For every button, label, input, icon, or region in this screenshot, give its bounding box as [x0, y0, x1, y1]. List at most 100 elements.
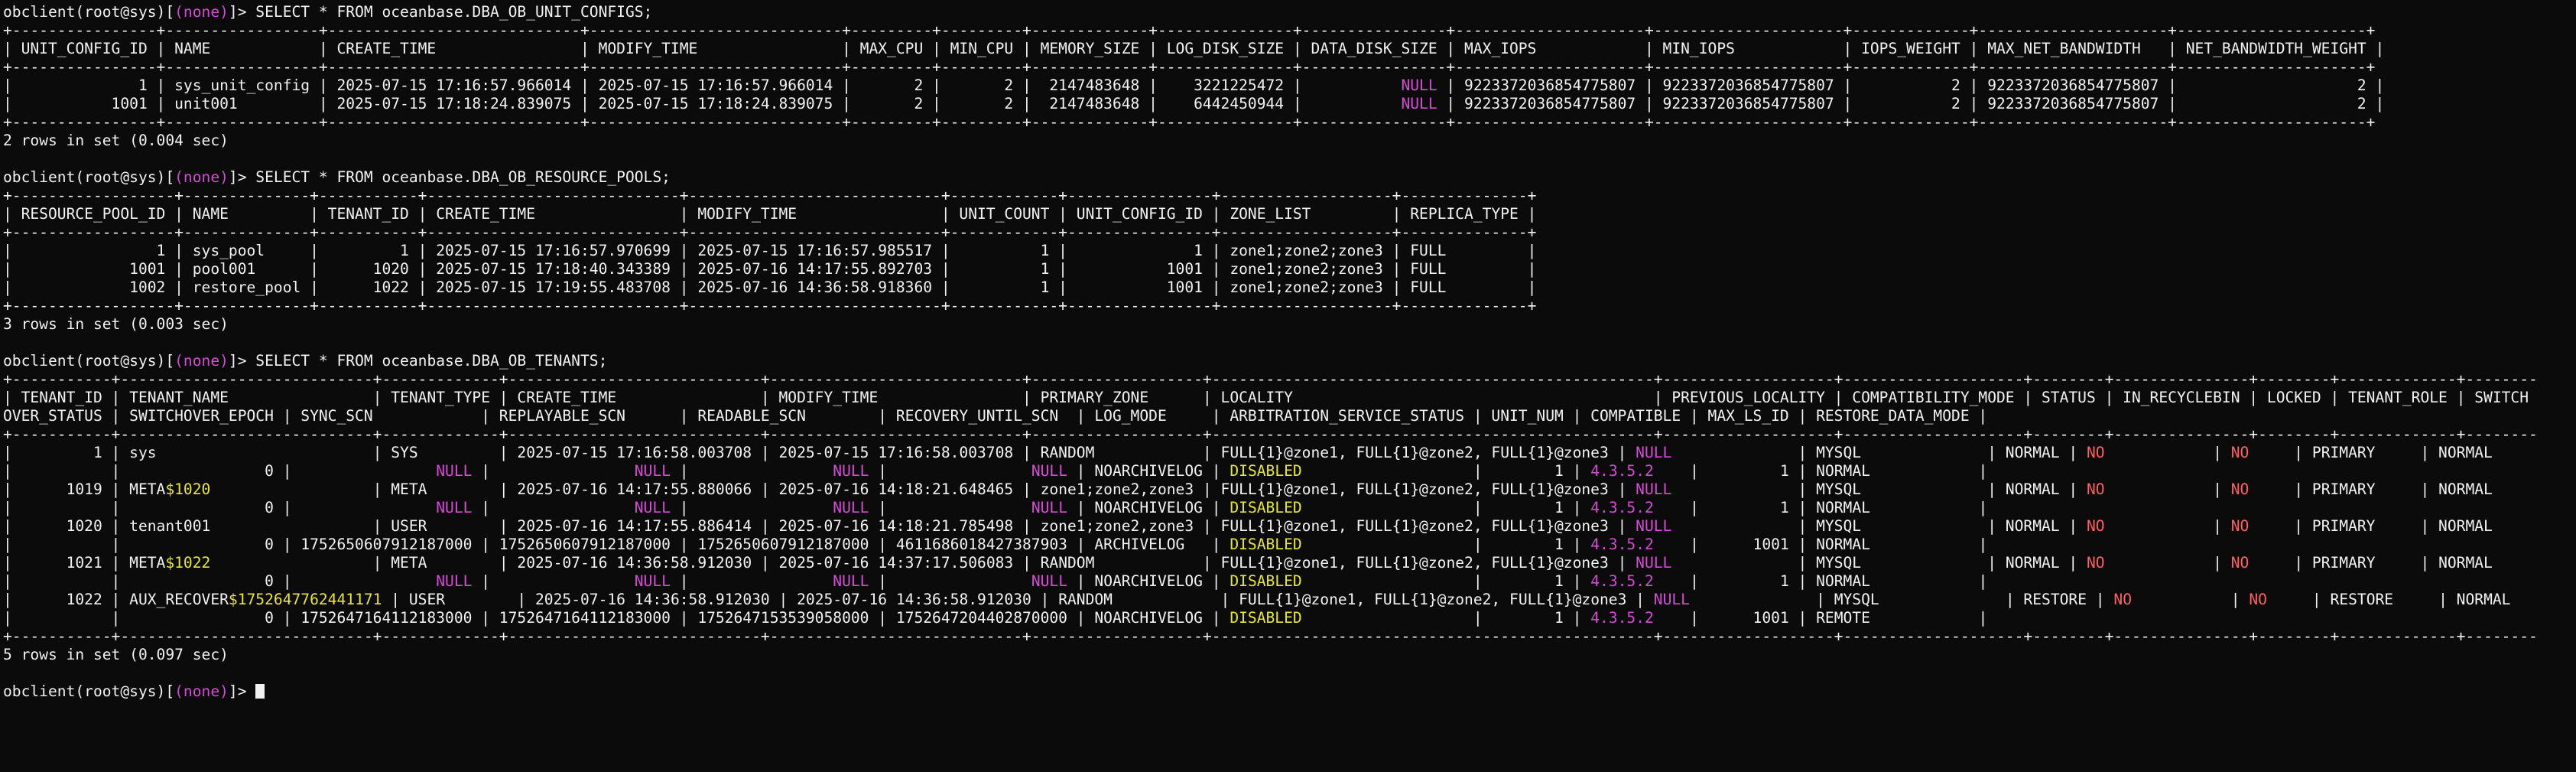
terminal-text: +------------------+--------------+-----…: [3, 187, 1537, 204]
highlight-magenta-text: NULL: [833, 499, 869, 516]
terminal-text: | | 0 | 1752650607912187000 | 1752650607…: [3, 536, 1230, 553]
terminal-text: obclient(root@sys)[: [3, 352, 175, 370]
terminal-line: +----------------+-----------------+----…: [3, 21, 2576, 40]
terminal-line: | 1002 | restore_pool | 1022 | 2025-07-1…: [3, 279, 2576, 297]
terminal-line: | 1019 | META$1020 | META | 2025-07-16 1…: [3, 480, 2576, 499]
terminal-text: | MYSQL | NORMAL |: [1671, 517, 2087, 535]
highlight-magenta-text: NULL: [1401, 77, 1437, 94]
terminal-line: | 1 | sys_unit_config | 2025-07-15 17:16…: [3, 77, 2576, 95]
terminal-text: | 1 | sys_pool | 1 | 2025-07-15 17:16:57…: [3, 242, 1537, 259]
highlight-magenta-text: 4.3.5.2: [1590, 572, 1654, 590]
terminal-text: | 1 | NORMAL |: [1653, 572, 1988, 590]
highlight-magenta-text: NULL: [436, 499, 473, 516]
highlight-magenta-text: 4.3.5.2: [1590, 536, 1654, 553]
highlight-magenta-text: NULL: [436, 572, 473, 590]
terminal-line: | RESOURCE_POOL_ID | NAME | TENANT_ID | …: [3, 205, 2576, 223]
terminal-window[interactable]: obclient(root@sys)[(none)]> SELECT * FRO…: [0, 0, 2576, 772]
highlight-magenta-text: 4.3.5.2: [1590, 462, 1654, 480]
terminal-text: | 1001 | NORMAL |: [1653, 536, 1988, 553]
terminal-line: +-----------+---------------------------…: [3, 425, 2576, 444]
terminal-text: |: [869, 462, 1031, 480]
terminal-text: +------------------+--------------+-----…: [3, 223, 1537, 241]
highlight-red-text: NO: [2249, 591, 2267, 608]
terminal-text: |: [670, 572, 833, 590]
terminal-text: | 1 | NORMAL |: [1653, 499, 1988, 516]
highlight-red-text: NO: [2230, 444, 2250, 461]
highlight-magenta-text: (none): [174, 352, 229, 370]
terminal-text: |: [472, 572, 635, 590]
terminal-text: | 1022 | AUX_RECOVER: [3, 591, 229, 608]
terminal-line: obclient(root@sys)[(none)]> SELECT * FRO…: [3, 3, 2576, 21]
highlight-magenta-text: NULL: [1401, 95, 1437, 112]
terminal-text: | TENANT_ID | TENANT_NAME | TENANT_TYPE …: [3, 389, 2529, 406]
highlight-red-text: NO: [2087, 554, 2105, 572]
terminal-text: |: [472, 499, 635, 516]
terminal-line: 2 rows in set (0.004 sec): [3, 132, 2576, 150]
terminal-text: +----------------+-----------------+----…: [3, 58, 2376, 76]
terminal-line: | 1 | sys_pool | 1 | 2025-07-15 17:16:57…: [3, 242, 2576, 260]
terminal-text: +------------------+--------------+-----…: [3, 297, 1537, 314]
terminal-text: 3 rows in set (0.003 sec): [3, 315, 229, 333]
terminal-text: | UNIT_CONFIG_ID | NAME | CREATE_TIME | …: [3, 40, 2385, 57]
terminal-text: | USER | 2025-07-16 14:36:58.912030 | 20…: [382, 591, 1654, 608]
terminal-text: | 9223372036854775807 | 9223372036854775…: [1437, 95, 2385, 112]
terminal-text: | 1020 | tenant001 | USER | 2025-07-16 1…: [3, 517, 1636, 535]
terminal-line: | 1022 | AUX_RECOVER$1752647762441171 | …: [3, 591, 2576, 609]
terminal-text: | 1 | sys | SYS | 2025-07-15 17:16:58.00…: [3, 444, 1636, 461]
terminal-line: obclient(root@sys)[(none)]> SELECT * FRO…: [3, 352, 2576, 370]
terminal-text: | 1001 | unit001 | 2025-07-15 17:18:24.8…: [3, 95, 1402, 112]
terminal-line: | | 0 | NULL | NULL | NULL | NULL | NOAR…: [3, 572, 2576, 591]
terminal-text: | PRIMARY | NORMAL: [2249, 480, 2493, 498]
terminal-text: | MYSQL | NORMAL |: [1671, 480, 2087, 498]
highlight-magenta-text: 4.3.5.2: [1590, 499, 1654, 516]
highlight-magenta-text: (none): [174, 168, 229, 186]
highlight-magenta-text: NULL: [833, 572, 869, 590]
terminal-line: | 1021 | META$1022 | META | 2025-07-16 1…: [3, 554, 2576, 572]
terminal-text: |: [2104, 444, 2231, 461]
highlight-yellow-text: DISABLED: [1230, 609, 1302, 627]
terminal-text: OVER_STATUS | SWITCHOVER_EPOCH | SYNC_SC…: [3, 407, 1988, 425]
terminal-text: | 1019 | META: [3, 480, 166, 498]
highlight-red-text: NO: [2086, 517, 2105, 535]
terminal-line: | | 0 | NULL | NULL | NULL | NULL | NOAR…: [3, 462, 2576, 480]
highlight-magenta-text: (none): [174, 682, 229, 700]
terminal-text: | NOARCHIVELOG |: [1067, 499, 1230, 516]
terminal-line: | 1020 | tenant001 | USER | 2025-07-16 1…: [3, 517, 2576, 536]
terminal-text: | | 0 |: [3, 572, 437, 590]
terminal-line: 5 rows in set (0.097 sec): [3, 646, 2576, 664]
terminal-text: |: [2132, 591, 2250, 608]
highlight-magenta-text: NULL: [1636, 554, 1672, 572]
highlight-yellow-text: $1020: [165, 480, 211, 498]
highlight-magenta-text: NULL: [1031, 499, 1068, 516]
terminal-text: |: [2104, 517, 2231, 535]
terminal-text: | MYSQL | NORMAL |: [1671, 554, 2087, 572]
terminal-text: | | 0 | 1752647164112183000 | 1752647164…: [3, 609, 1230, 627]
terminal-text: |: [670, 499, 833, 516]
highlight-magenta-text: NULL: [634, 462, 671, 480]
terminal-text: |: [670, 462, 833, 480]
highlight-magenta-text: NULL: [436, 462, 473, 480]
terminal-text: | 1 |: [1301, 572, 1591, 590]
terminal-text: ]>: [228, 682, 256, 700]
highlight-red-text: NO: [2113, 591, 2132, 608]
terminal-line: OVER_STATUS | SWITCHOVER_EPOCH | SYNC_SC…: [3, 407, 2576, 425]
highlight-magenta-text: 4.3.5.2: [1590, 609, 1654, 627]
terminal-text: | META | 2025-07-16 14:17:55.880066 | 20…: [210, 480, 1636, 498]
terminal-text: | 1002 | restore_pool | 1022 | 2025-07-1…: [3, 279, 1537, 296]
terminal-text: |: [869, 499, 1031, 516]
highlight-magenta-text: (none): [174, 3, 229, 21]
terminal-text: | RESTORE | NORMAL: [2266, 591, 2511, 608]
highlight-red-text: NO: [2230, 517, 2250, 535]
terminal-text: +-----------+---------------------------…: [3, 425, 2538, 443]
terminal-text: | 1 |: [1301, 499, 1591, 516]
terminal-text: ]> SELECT * FROM oceanbase.DBA_OB_TENANT…: [228, 352, 608, 370]
terminal-text: |: [2104, 554, 2231, 572]
terminal-text: obclient(root@sys)[: [3, 3, 175, 21]
terminal-text: | META | 2025-07-16 14:36:58.912030 | 20…: [210, 554, 1636, 572]
terminal-text: | RESOURCE_POOL_ID | NAME | TENANT_ID | …: [3, 205, 1537, 223]
terminal-line: obclient(root@sys)[(none)]>: [3, 682, 2576, 701]
terminal-line: +----------------+-----------------+----…: [3, 113, 2576, 132]
highlight-magenta-text: NULL: [1636, 517, 1672, 535]
